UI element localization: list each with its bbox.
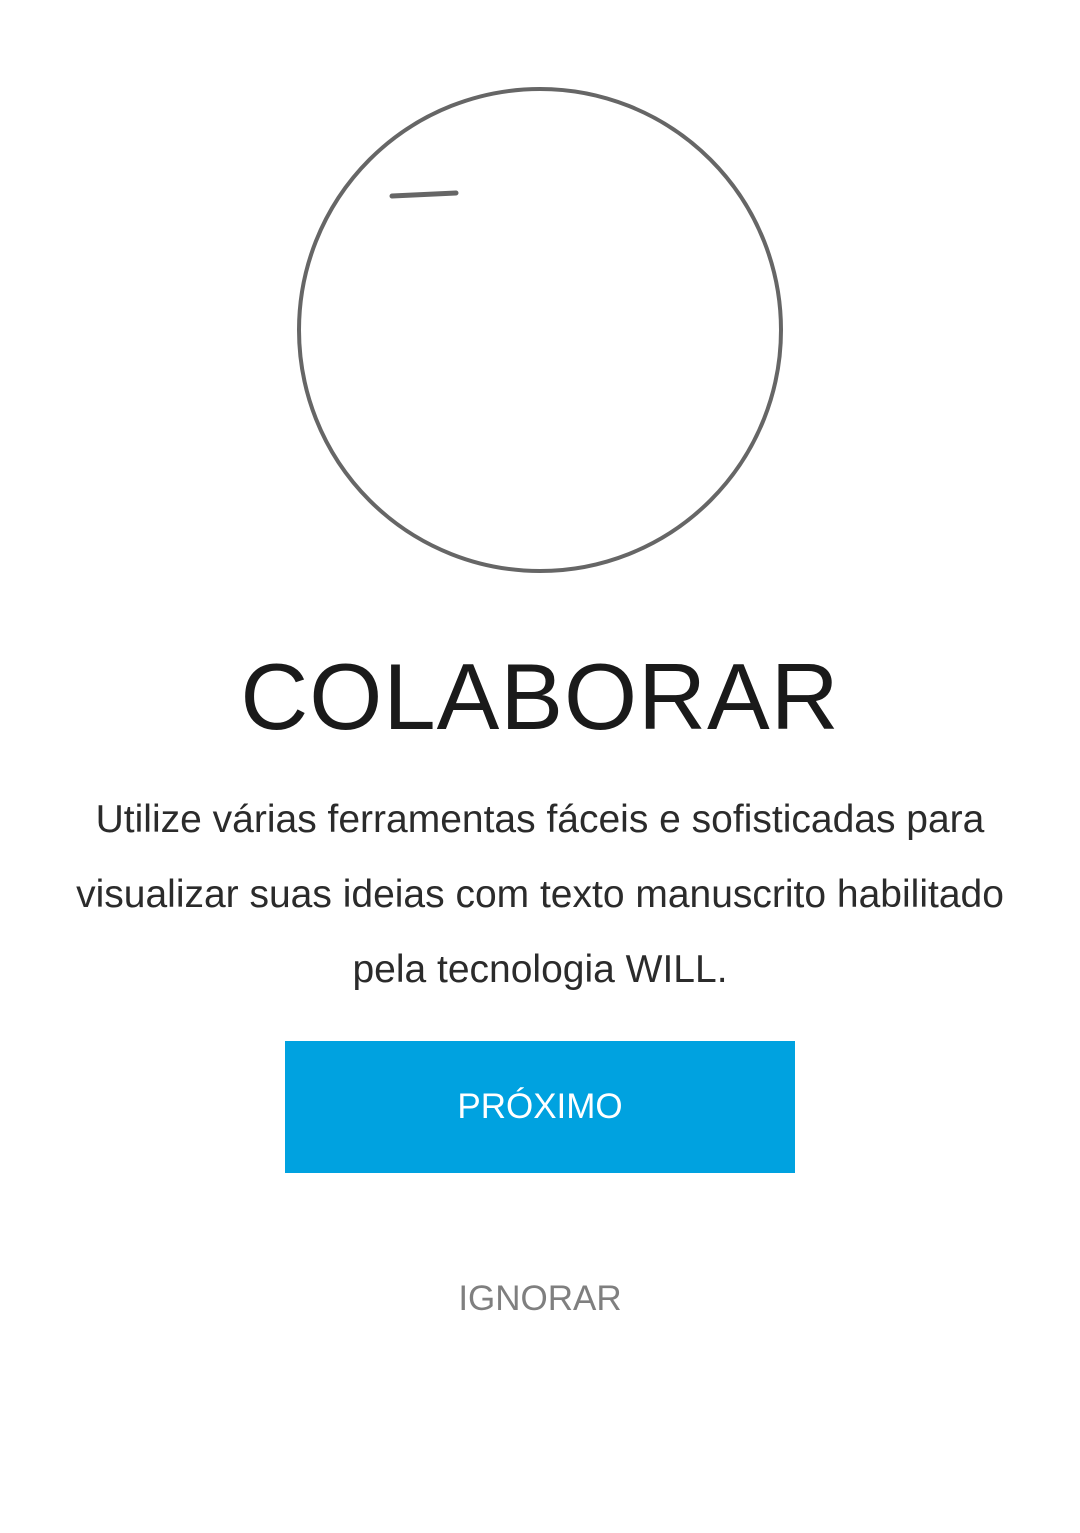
collaborate-illustration [296,86,784,574]
next-button[interactable]: PRÓXIMO [285,1041,795,1173]
onboarding-description: Utilize várias ferramentas fáceis e sofi… [76,798,1004,991]
skip-button[interactable]: IGNORAR [390,1262,690,1336]
pen-stroke-circle-icon [297,87,783,573]
onboarding-title: COLABORAR [240,644,840,749]
